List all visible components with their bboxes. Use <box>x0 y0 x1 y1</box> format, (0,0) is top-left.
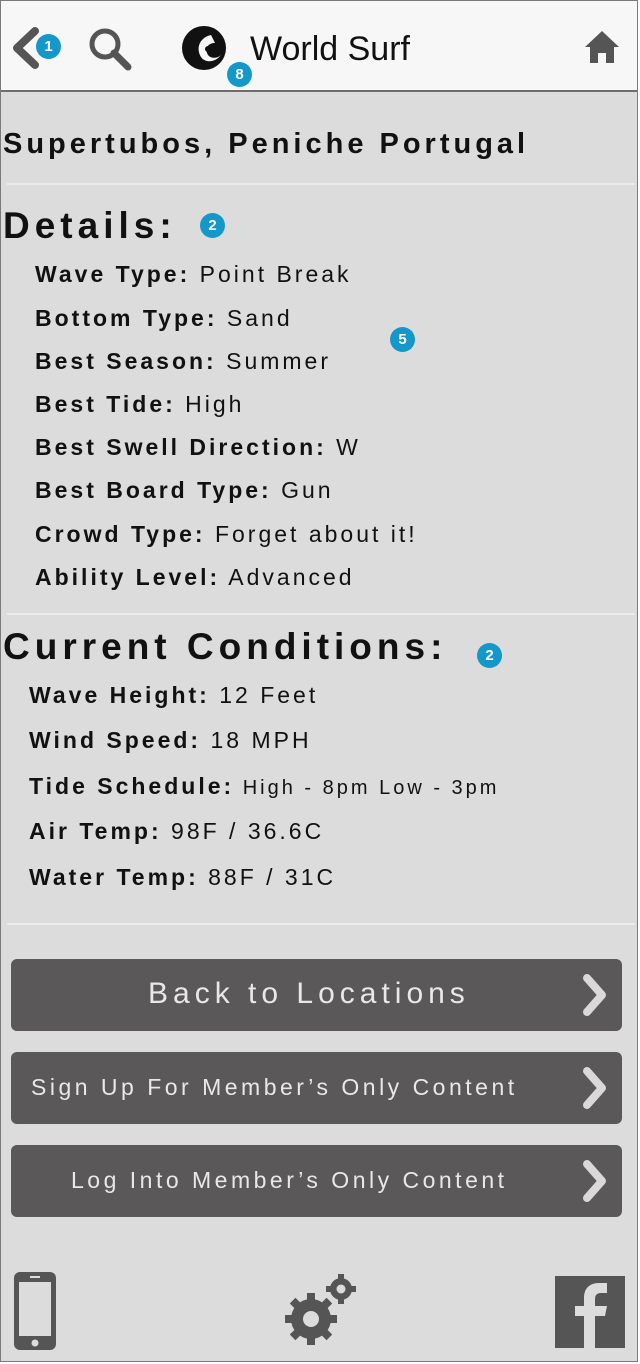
sign-up-members-button[interactable]: Sign Up For Member’s Only Content <box>11 1052 622 1124</box>
facebook-icon[interactable] <box>555 1276 625 1348</box>
annotation-badge-logo: 8 <box>227 62 252 87</box>
detail-row-board-type: Best Board Type: Gun <box>35 477 334 503</box>
chevron-right-icon <box>583 1160 606 1202</box>
detail-row-swell-direction: Best Swell Direction: W <box>35 434 361 460</box>
search-icon[interactable] <box>87 26 133 72</box>
annotation-badge-details: 2 <box>200 213 225 238</box>
divider <box>7 923 635 925</box>
log-in-members-button[interactable]: Log Into Member’s Only Content <box>11 1145 622 1217</box>
chevron-right-icon <box>583 974 606 1016</box>
back-to-locations-label: Back to Locations <box>148 977 470 1010</box>
annotation-badge-back: 1 <box>36 34 61 59</box>
sign-up-members-label: Sign Up For Member’s Only Content <box>31 1074 518 1100</box>
condition-row-wind-speed: Wind Speed: 18 MPH <box>29 727 312 753</box>
divider <box>7 613 635 615</box>
home-icon[interactable] <box>583 28 621 66</box>
detail-row-crowd-type: Crowd Type: Forget about it! <box>35 521 418 547</box>
detail-row-ability-level: Ability Level: Advanced <box>35 564 355 590</box>
condition-row-wave-height: Wave Height: 12 Feet <box>29 682 319 708</box>
condition-row-tide-schedule: Tide Schedule: High - 8pm Low - 3pm <box>29 773 500 799</box>
settings-gears-icon[interactable] <box>283 1273 359 1349</box>
conditions-heading: Current Conditions: <box>3 626 448 667</box>
detail-row-best-season: Best Season: Summer <box>35 348 332 374</box>
app-screen: 1 8 World Surf Supertubos, Peniche Portu… <box>0 0 638 1362</box>
condition-row-water-temp: Water Temp: 88F / 31C <box>29 864 337 890</box>
annotation-badge-details-list: 5 <box>390 327 415 352</box>
detail-row-best-tide: Best Tide: High <box>35 391 245 417</box>
detail-row-bottom-type: Bottom Type: Sand <box>35 305 293 331</box>
top-bar: 1 8 World Surf <box>1 1 637 92</box>
details-heading: Details: <box>3 205 177 246</box>
condition-row-air-temp: Air Temp: 98F / 36.6C <box>29 818 325 844</box>
annotation-badge-conditions: 2 <box>477 643 502 668</box>
back-to-locations-button[interactable]: Back to Locations <box>11 959 622 1031</box>
wave-logo-icon <box>182 26 226 70</box>
mobile-phone-icon[interactable] <box>12 1270 58 1352</box>
location-title: Supertubos, Peniche Portugal <box>3 128 530 160</box>
log-in-members-label: Log Into Member’s Only Content <box>71 1167 508 1193</box>
chevron-right-icon <box>583 1067 606 1109</box>
app-title: World Surf <box>250 30 410 68</box>
divider <box>7 183 635 185</box>
detail-row-wave-type: Wave Type: Point Break <box>35 261 352 287</box>
